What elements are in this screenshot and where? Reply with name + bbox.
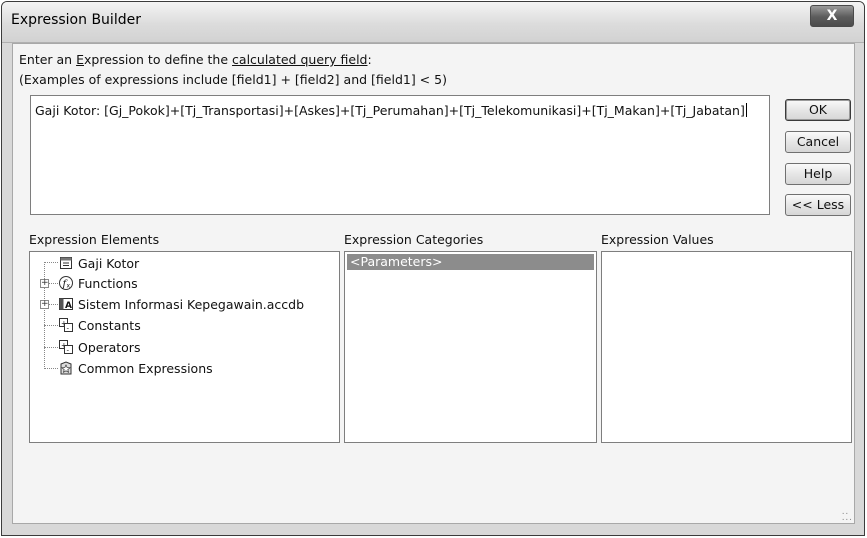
tree-item-label: Sistem Informasi Kepegawain.accdb — [78, 296, 305, 312]
prompt-mid: xpression to define the — [84, 52, 233, 67]
dialog-body: Enter an Expression to define the calcul… — [12, 43, 855, 524]
values-heading: Expression Values — [601, 232, 714, 247]
prompt-mnemonic: E — [76, 52, 84, 67]
close-button[interactable]: X — [810, 5, 854, 27]
common-expressions-icon — [58, 360, 74, 376]
prompt-line-2: (Examples of expressions include [field1… — [19, 72, 447, 87]
expression-text: Gaji Kotor: [Gj_Pokok]+[Tj_Transportasi]… — [35, 103, 745, 118]
tree-item-label: Functions — [78, 275, 138, 291]
expression-builder-dialog: Expression Builder X Enter an Expression… — [1, 1, 865, 536]
help-button[interactable]: Help — [785, 163, 851, 185]
tree-item-gaji-kotor[interactable]: Gaji Kotor — [58, 254, 139, 272]
tree-item-operators[interactable]: + - Operators — [58, 338, 140, 356]
title-bar[interactable]: Expression Builder X — [2, 2, 864, 43]
svg-text:A: A — [65, 301, 72, 311]
operators-icon: + - — [58, 339, 74, 355]
tree-connector — [44, 262, 58, 263]
less-button[interactable]: << Less — [785, 194, 851, 216]
expression-elements-tree[interactable]: + + Gaji Kotor fx Functions A Sistem Inf… — [29, 251, 340, 443]
elements-heading: Expression Elements — [29, 232, 160, 247]
tree-item-label: Common Expressions — [78, 360, 213, 376]
expression-categories-list[interactable]: <Parameters> — [344, 251, 597, 443]
tree-connector — [44, 325, 58, 326]
function-icon: fx — [58, 275, 74, 291]
expression-input[interactable]: Gaji Kotor: [Gj_Pokok]+[Tj_Transportasi]… — [30, 95, 770, 215]
window-title: Expression Builder — [11, 12, 141, 28]
prompt-suffix: : — [367, 52, 372, 67]
tree-item-constants[interactable]: + - Constants — [58, 316, 141, 334]
tree-item-label: Gaji Kotor — [78, 255, 140, 271]
ok-button[interactable]: OK — [785, 99, 851, 121]
resize-grip[interactable]: . .. . . — [842, 508, 852, 523]
expand-functions-button[interactable]: + — [40, 279, 49, 288]
form-icon — [58, 255, 74, 271]
tree-item-common-expressions[interactable]: Common Expressions — [58, 359, 213, 377]
calculated-query-field-link[interactable]: calculated query field — [232, 52, 367, 67]
expand-database-button[interactable]: + — [40, 300, 49, 309]
categories-heading: Expression Categories — [344, 232, 484, 247]
tree-connector — [44, 368, 58, 369]
tree-connector — [44, 347, 58, 348]
prompt-prefix: Enter an — [19, 52, 77, 67]
svg-text:x: x — [67, 283, 71, 290]
tree-connector — [49, 304, 58, 305]
category-item-parameters[interactable]: <Parameters> — [347, 254, 594, 270]
cancel-button[interactable]: Cancel — [785, 131, 851, 153]
text-caret — [745, 103, 747, 117]
tree-item-label: Operators — [78, 339, 141, 355]
expression-values-list[interactable] — [601, 251, 852, 443]
tree-item-label: Constants — [78, 317, 141, 333]
tree-connector — [49, 283, 58, 284]
prompt-line-1: Enter an Expression to define the calcul… — [19, 52, 372, 67]
tree-item-functions[interactable]: fx Functions — [58, 274, 138, 292]
constants-icon: + - — [58, 317, 74, 333]
tree-item-database[interactable]: A Sistem Informasi Kepegawain.accdb — [58, 295, 304, 313]
database-icon: A — [58, 296, 74, 312]
